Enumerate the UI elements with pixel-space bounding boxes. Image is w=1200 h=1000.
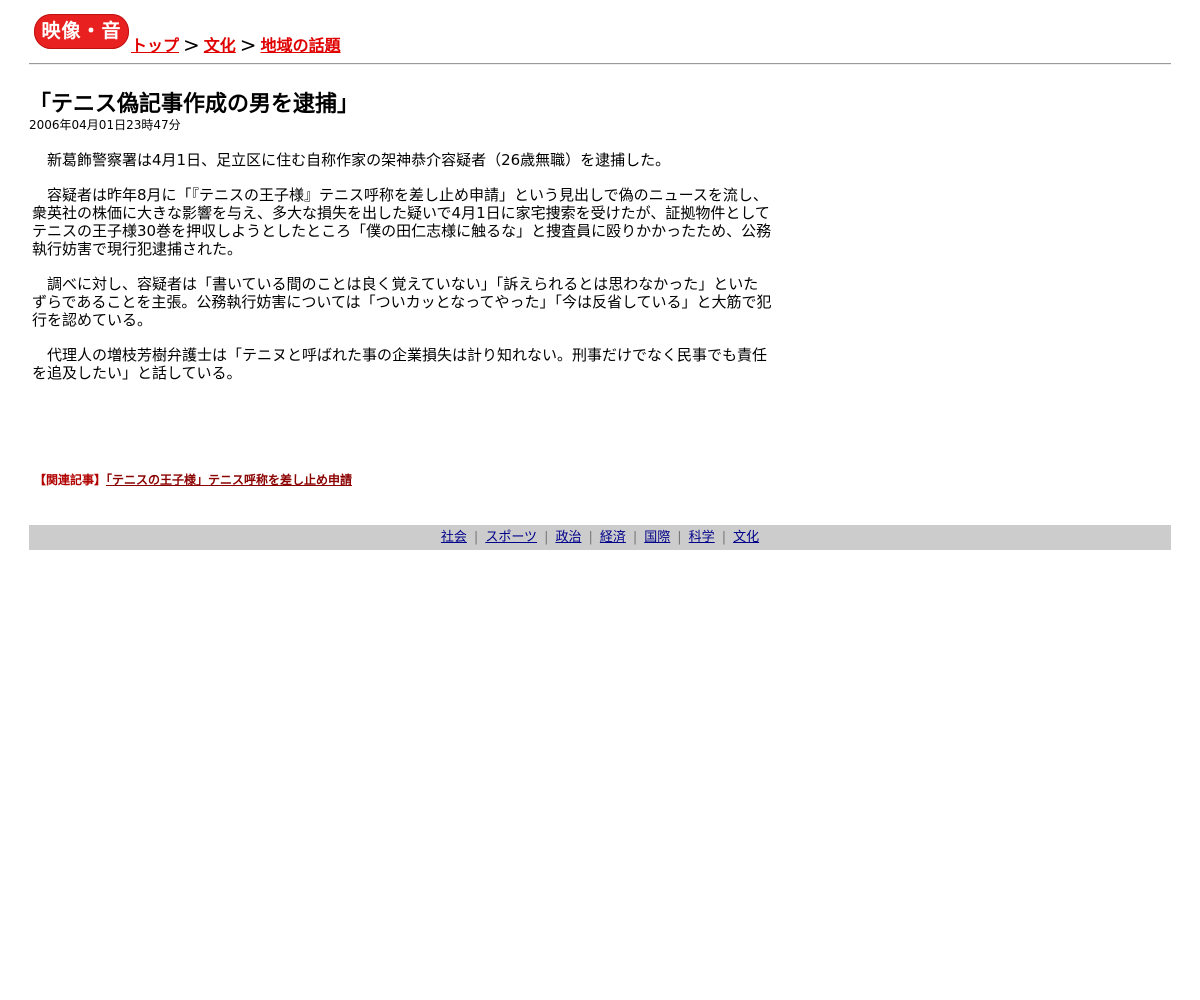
article-paragraph: 新葛飾警察署は4月1日、足立区に住む自称作家の架神恭介容疑者（26歳無職）を逮捕… (47, 151, 671, 169)
article-paragraph: 代理人の増枝芳樹弁護士は「テニヌと呼ばれた事の企業損失は計り知れない。刑事だけで… (32, 346, 768, 382)
related-articles: 【関連記事】「テニスの王子様」テニス呼称を差し止め申請 (34, 471, 352, 488)
footer-nav: 社会 | スポーツ | 政治 | 経済 | 国際 | 科学 | 文化 (29, 525, 1171, 550)
footer-separator: | (632, 530, 638, 545)
footer-separator: | (544, 530, 549, 545)
header-divider (29, 63, 1171, 65)
breadcrumb-link-culture[interactable]: 文化 (204, 36, 236, 55)
breadcrumb-link-top[interactable]: トップ (131, 36, 179, 55)
footer-link-science[interactable]: 科学 (689, 530, 715, 545)
related-label: 【関連記事】 (34, 473, 107, 487)
breadcrumb-link-local-topics[interactable]: 地域の話題 (261, 36, 341, 55)
footer-link-culture[interactable]: 文化 (733, 530, 759, 545)
related-article-link[interactable]: 「テニスの王子様」テニス呼称を差し止め申請 (106, 473, 352, 487)
footer-link-economy[interactable]: 経済 (600, 530, 626, 545)
footer-separator: | (677, 530, 682, 545)
footer-link-politics[interactable]: 政治 (555, 530, 581, 545)
footer-separator: | (588, 530, 593, 545)
footer-separator: | (473, 530, 479, 545)
footer-link-sports[interactable]: スポーツ (485, 530, 537, 545)
page: 映像・音楽 トップ > 文化 > 地域の話題 「テニス偽記事作成の男を逮捕」 2006年… (29, 0, 1171, 550)
footer-link-society[interactable]: 社会 (441, 530, 467, 545)
article-body: 新葛飾警察署は4月1日、足立区に住む自称作家の架神恭介容疑者（26歳無職）を逮捕… (32, 151, 772, 399)
section-logo[interactable]: 映像・音楽 (34, 14, 129, 77)
header: 映像・音楽 トップ > 文化 > 地域の話題 (29, 0, 1171, 77)
footer-link-international[interactable]: 国際 (644, 530, 670, 545)
breadcrumb-separator: > (183, 33, 200, 57)
breadcrumb: トップ > 文化 > 地域の話題 (131, 32, 341, 57)
footer-separator: | (721, 530, 727, 545)
breadcrumb-separator: > (239, 33, 257, 57)
article-paragraph: 調べに対し、容疑者は「書いている間のことは良く覚えていない」「訴えられるとは思わ… (32, 275, 772, 329)
article-paragraph: 容疑者は昨年8月に「『テニスの王子様』テニス呼称を差し止め申請」という見出しで偽… (32, 186, 772, 258)
article-timestamp: 2006年04月01日23時47分 (29, 118, 181, 132)
article-title: 「テニス偽記事作成の男を逮捕」 (29, 92, 360, 117)
